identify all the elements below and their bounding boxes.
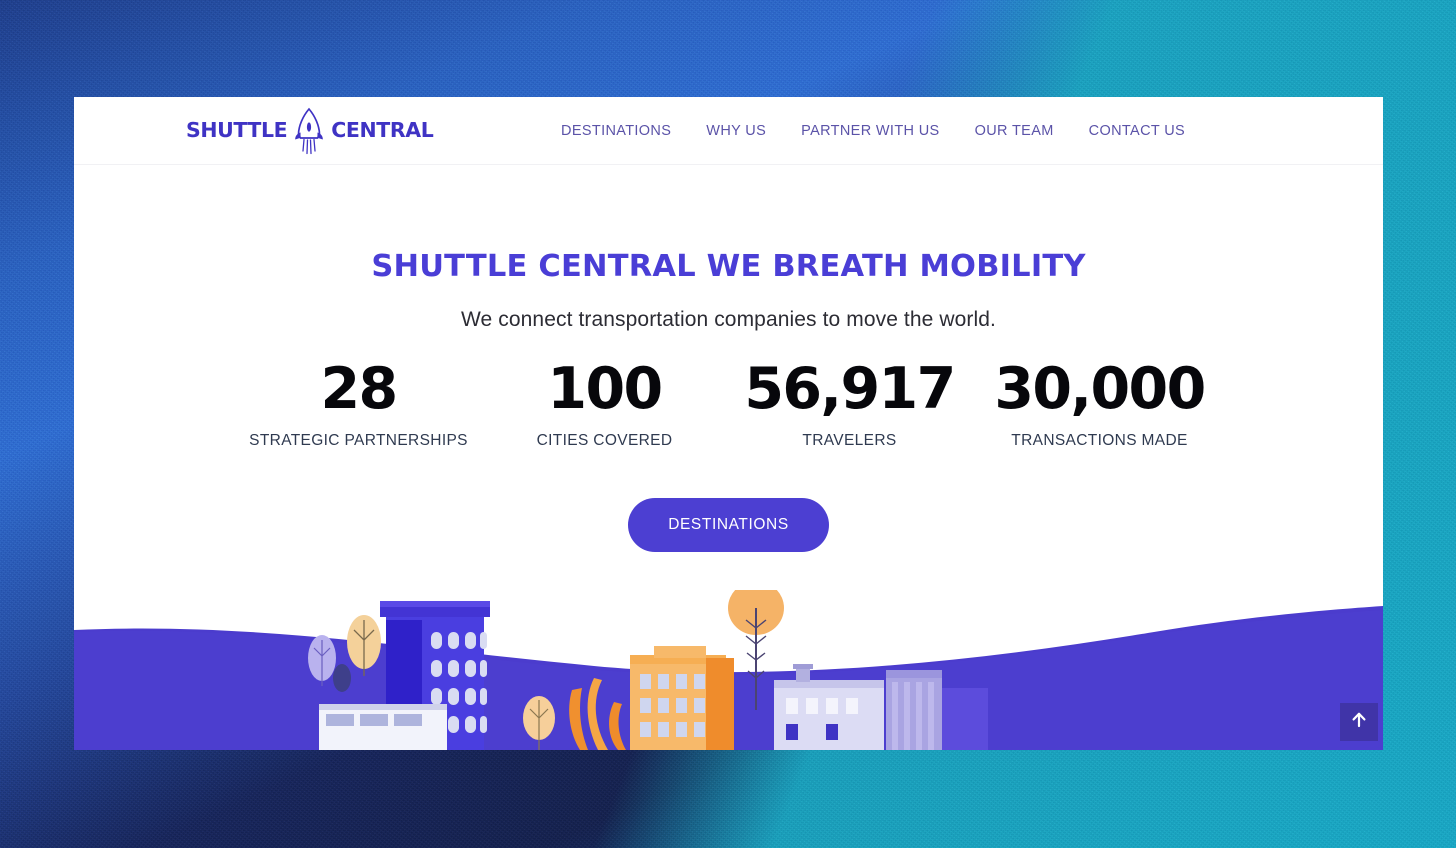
brand-logo[interactable]: SHUTTLE CENTRAL — [186, 106, 434, 156]
nav-item-why-us[interactable]: WHY US — [706, 123, 766, 139]
rocket-icon — [291, 106, 327, 156]
stat-travelers: 56,917 TRAVELERS — [725, 356, 975, 450]
stat-strategic-partnerships: 28 STRATEGIC PARTNERSHIPS — [233, 356, 485, 450]
page-title: SHUTTLE CENTRAL WE BREATH MOBILITY — [371, 249, 1086, 284]
stat-value: 56,917 — [744, 356, 956, 422]
statistics-row: 28 STRATEGIC PARTNERSHIPS 100 CITIES COV… — [74, 356, 1383, 450]
stat-label: STRATEGIC PARTNERSHIPS — [249, 431, 468, 449]
nav-item-contact-us[interactable]: CONTACT US — [1089, 123, 1185, 139]
city-skyline-illustration — [74, 590, 1383, 750]
stat-value: 100 — [547, 356, 663, 422]
brand-word-right: CENTRAL — [331, 118, 434, 143]
stat-value: 30,000 — [994, 356, 1206, 422]
brand-word-left: SHUTTLE — [186, 118, 288, 143]
scroll-to-top-button[interactable] — [1340, 703, 1378, 741]
stat-label: TRANSACTIONS MADE — [1011, 431, 1188, 449]
stat-label: CITIES COVERED — [536, 431, 673, 449]
website-card: SHUTTLE CENTRAL DESTINATIONS WHY US PART… — [74, 97, 1383, 750]
stat-cities-covered: 100 CITIES COVERED — [485, 356, 725, 450]
main-navigation: DESTINATIONS WHY US PARTNER WITH US OUR … — [561, 123, 1185, 139]
arrow-up-icon — [1349, 710, 1369, 735]
hero-subtitle: We connect transportation companies to m… — [461, 308, 996, 331]
nav-item-partner-with-us[interactable]: PARTNER WITH US — [801, 123, 939, 139]
stat-label: TRAVELERS — [802, 431, 897, 449]
nav-item-destinations[interactable]: DESTINATIONS — [561, 123, 671, 139]
cta-container: DESTINATIONS — [74, 497, 1383, 552]
stat-value: 28 — [320, 356, 398, 422]
nav-item-our-team[interactable]: OUR TEAM — [975, 123, 1054, 139]
stat-transactions-made: 30,000 TRANSACTIONS MADE — [975, 356, 1225, 450]
destinations-button[interactable]: DESTINATIONS — [628, 497, 829, 552]
site-header: SHUTTLE CENTRAL DESTINATIONS WHY US PART… — [74, 97, 1383, 165]
hero-section: SHUTTLE CENTRAL WE BREATH MOBILITY We co… — [74, 249, 1383, 552]
